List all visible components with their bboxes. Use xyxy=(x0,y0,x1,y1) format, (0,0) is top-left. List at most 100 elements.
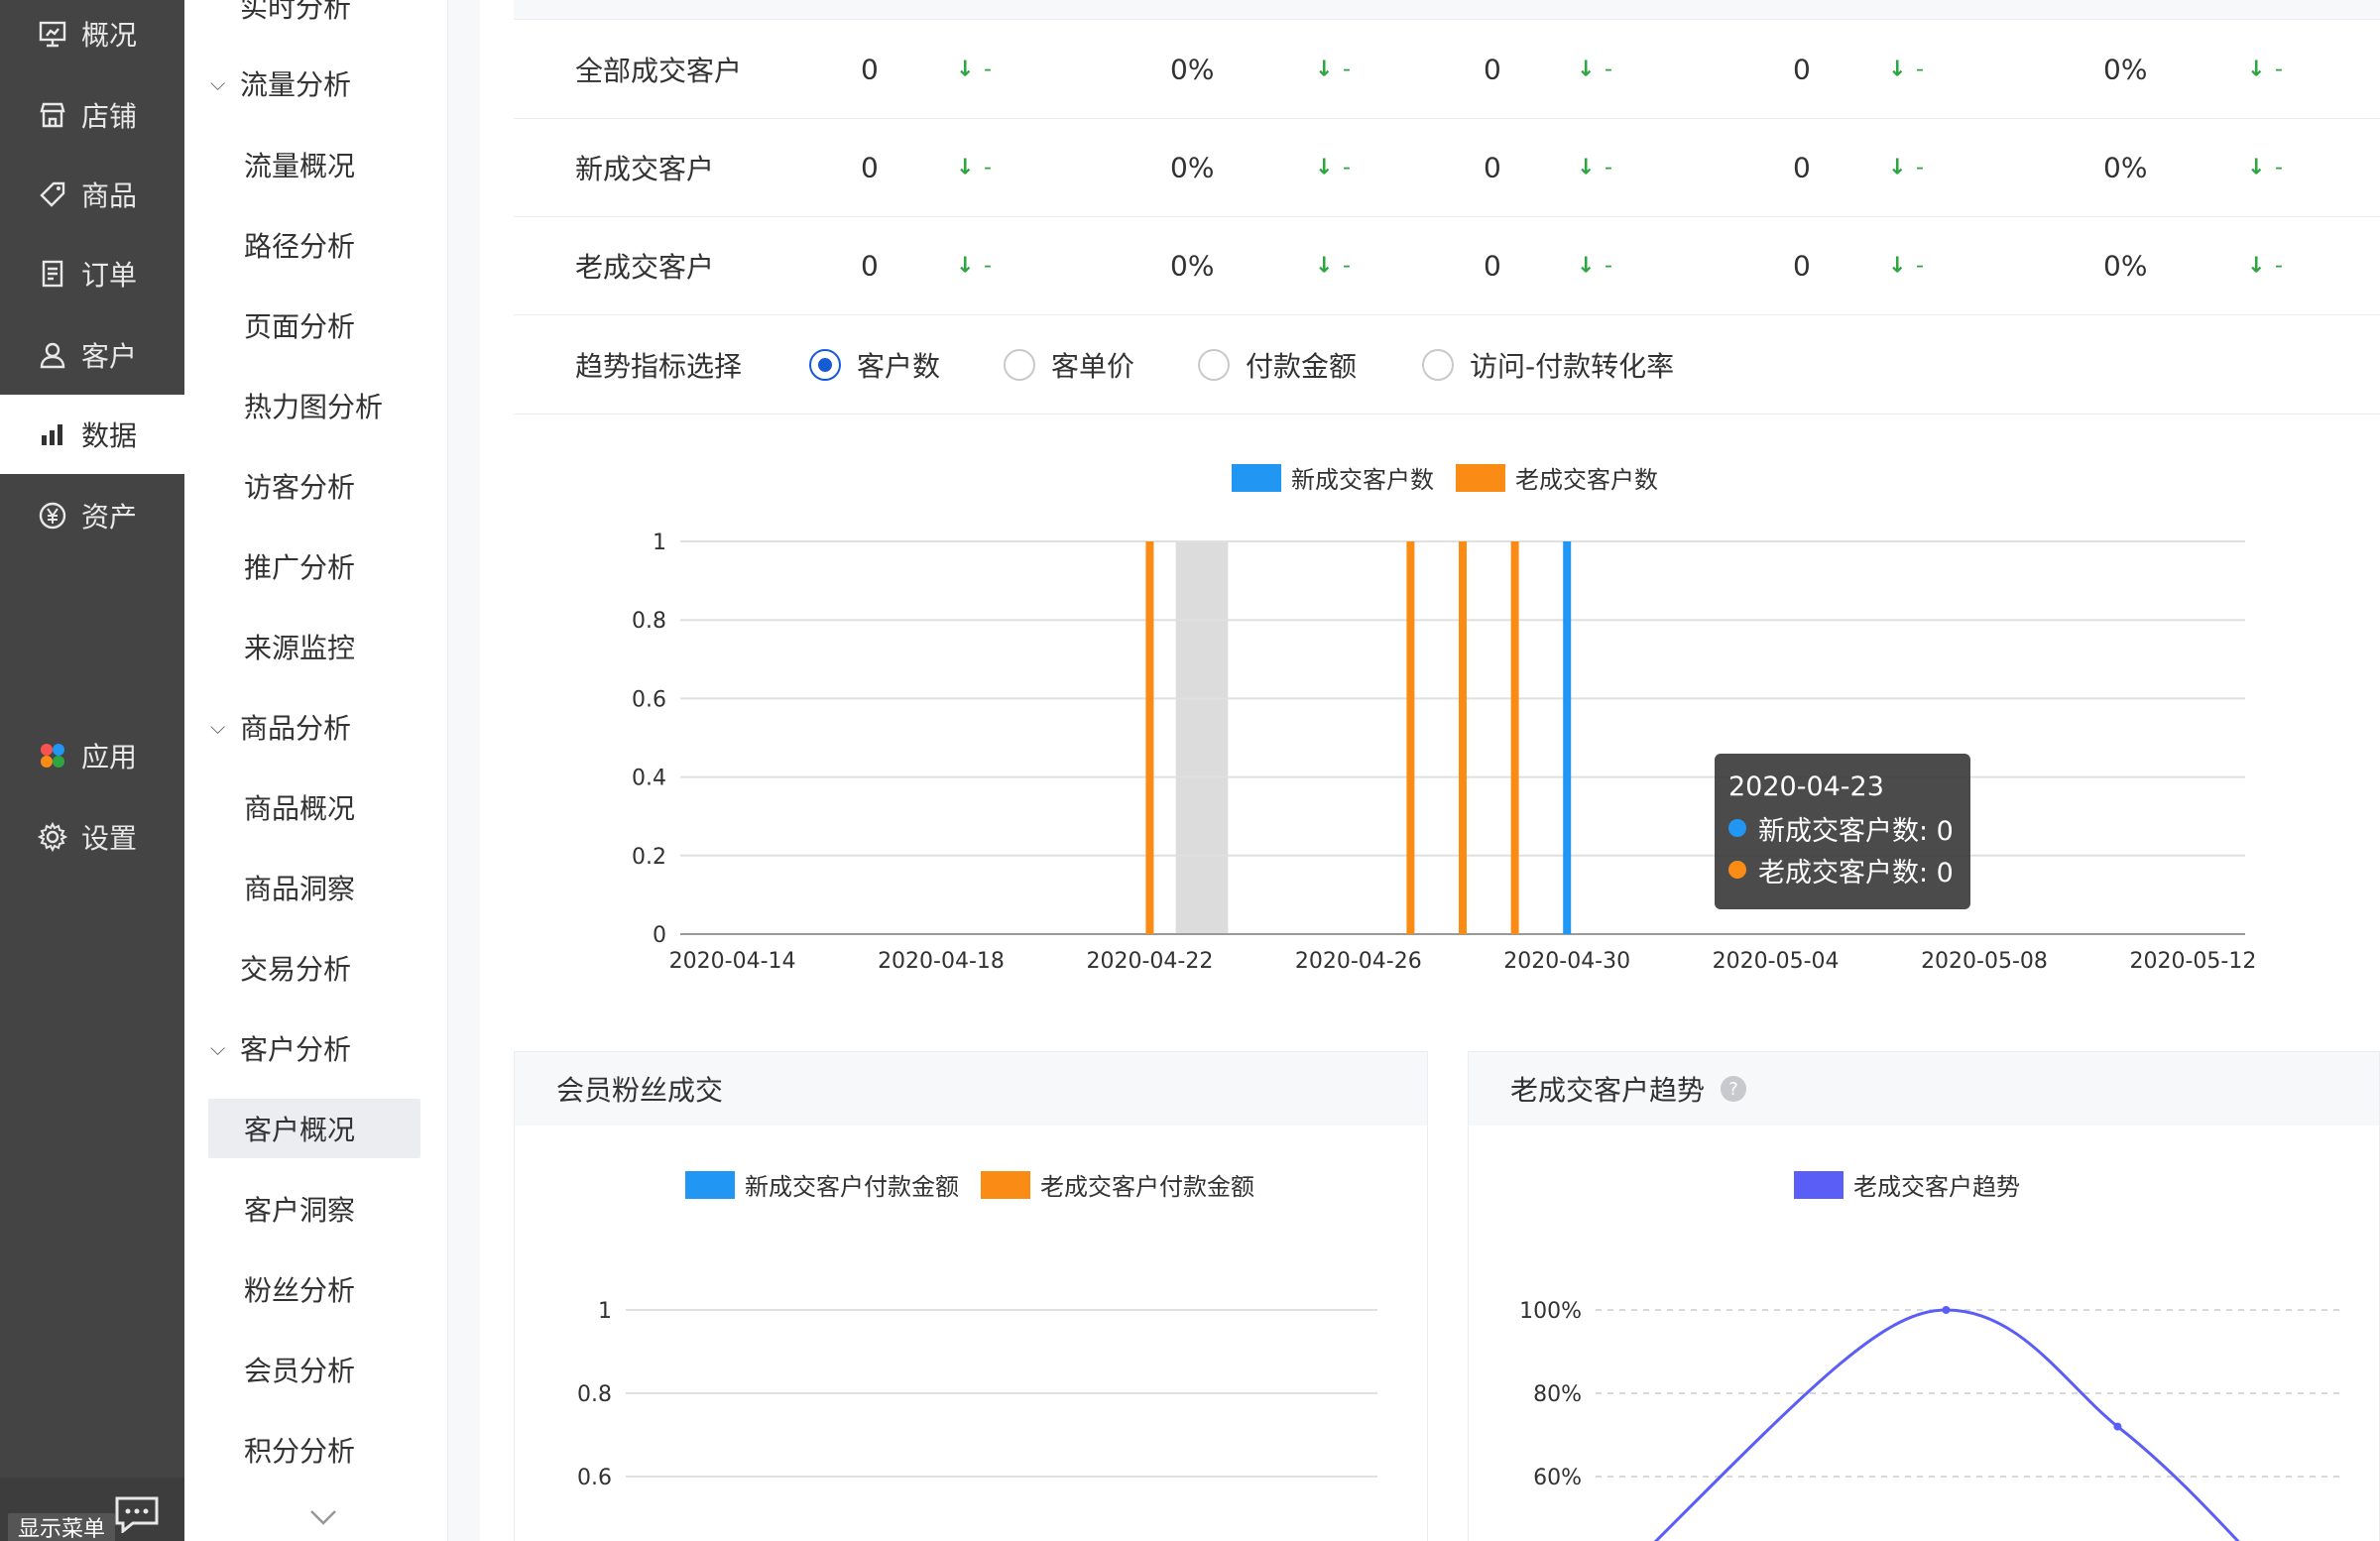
radio-dot xyxy=(1422,348,1454,381)
table-row: 新成交客户 0 ↓ -0% ↓ -0 ↓ -0 ↓ -0% ↓ - xyxy=(514,118,2380,217)
tooltip-date: 2020-04-23 xyxy=(1728,770,1884,802)
trend-dash: - xyxy=(984,253,992,278)
metric-value: 0 xyxy=(861,151,879,183)
nav2-group-traffic[interactable]: ⌵ 流量分析 xyxy=(210,54,351,113)
nav2-item-visitor-analysis[interactable]: 访客分析 xyxy=(208,456,420,516)
y-tick-label: 1 xyxy=(653,531,666,555)
nav2-group-label: 商品分析 xyxy=(240,712,352,745)
nav2-item-product-insight[interactable]: 商品洞察 xyxy=(208,858,420,917)
old-customer-trend-card: 老成交客户趋势? 老成交客户趋势 100%80%60%40% xyxy=(1468,1051,2380,1541)
arrow-down-icon: ↓ xyxy=(2247,155,2266,179)
legend-label: 老成交客户趋势 xyxy=(1853,1173,2020,1201)
nav2-item-points-analysis[interactable]: 积分分析 xyxy=(208,1420,420,1480)
trend-dash: - xyxy=(1916,57,1924,81)
row-label: 老成交客户 xyxy=(575,250,715,284)
trend-dash: - xyxy=(1343,155,1351,179)
legend-old-customers[interactable]: 老成交客户数 xyxy=(1456,460,1658,495)
legend-new-payment[interactable]: 新成交客户付款金额 xyxy=(685,1167,959,1202)
nav1-item-orders[interactable]: 订单 xyxy=(0,234,184,313)
arrow-down-icon: ↓ xyxy=(1577,253,1596,278)
nav1-item-apps[interactable]: 应用 xyxy=(0,716,184,795)
card-title: 会员粉丝成交 xyxy=(515,1052,1427,1126)
metric-value: 0 xyxy=(1484,151,1501,183)
dashboard-icon xyxy=(36,17,69,51)
radio-label: 访问-付款转化率 xyxy=(1470,349,1675,383)
x-tick-label: 2020-04-30 xyxy=(1503,949,1630,974)
arrow-down-icon: ↓ xyxy=(2247,57,2266,81)
trend-selector-row: 趋势指标选择 客户数 客单价 付款金额 访问-付款转化率 xyxy=(514,315,2380,415)
metric-value: 0% xyxy=(2103,151,2148,183)
nav1-label: 应用 xyxy=(81,741,138,773)
nav1-item-customers[interactable]: 客户 xyxy=(0,315,184,395)
nav2-item-heatmap-analysis[interactable]: 热力图分析 xyxy=(208,376,420,435)
tooltip-line: 新成交客户数: 0 xyxy=(1728,807,1957,849)
nav1-item-store[interactable]: 店铺 xyxy=(0,75,184,155)
nav1-item-assets[interactable]: 资产 xyxy=(0,476,184,555)
chart-tooltip: 2020-04-23 新成交客户数: 0 老成交客户数: 0 xyxy=(1715,754,1970,909)
arrow-down-icon: ↓ xyxy=(2247,253,2266,278)
radio-dot xyxy=(1004,348,1035,381)
nav2-group-customer[interactable]: ⌵ 客户分析 xyxy=(210,1018,351,1078)
nav1-item-settings[interactable]: 设置 xyxy=(0,797,184,877)
tooltip-line: 老成交客户数: 0 xyxy=(1728,849,1957,890)
trend-dash: - xyxy=(1916,155,1924,179)
legend-old-payment[interactable]: 老成交客户付款金额 xyxy=(981,1167,1254,1202)
chat-icon[interactable] xyxy=(113,1495,161,1533)
nav2-item-page-analysis[interactable]: 页面分析 xyxy=(208,296,420,355)
nav2-item-promotion-analysis[interactable]: 推广分析 xyxy=(208,536,420,596)
nav2-item-traffic-overview[interactable]: 流量概况 xyxy=(208,135,420,194)
table-header-strip xyxy=(514,0,2380,20)
nav2-item-customer-overview[interactable]: 客户概况 xyxy=(208,1099,420,1158)
y-tick-label: 0 xyxy=(653,923,666,948)
legend-new-customers[interactable]: 新成交客户数 xyxy=(1232,460,1434,495)
nav2-item-product-overview[interactable]: 商品概况 xyxy=(208,777,420,837)
arrow-down-icon: ↓ xyxy=(1577,155,1596,179)
main-content: 全部成交客户 0 ↓ -0% ↓ -0 ↓ -0 ↓ -0% ↓ - 新成交客户 0 ↓ -0% ↓ -0 ↓ -0 ↓… xyxy=(480,0,2380,1541)
x-tick-label: 2020-04-18 xyxy=(878,949,1005,974)
nav2-item-path-analysis[interactable]: 路径分析 xyxy=(208,215,420,275)
nav2-item-customer-insight[interactable]: 客户洞察 xyxy=(208,1179,420,1239)
nav1-item-data[interactable]: 数据 xyxy=(0,395,184,474)
arrow-down-icon: ↓ xyxy=(1315,57,1334,81)
customer-count-chart[interactable]: 0 0.2 0.4 0.6 0.8 1 2020-04-14 2020-04-18 2020-0… xyxy=(480,496,2380,1051)
nav1-item-goods[interactable]: 商品 xyxy=(0,155,184,234)
nav2-group-product[interactable]: ⌵ 商品分析 xyxy=(210,697,351,757)
y-tick-label: 0.6 xyxy=(632,687,666,712)
nav1-item-overview[interactable]: 概况 xyxy=(0,0,184,73)
member-fans-chart[interactable]: 10.80.60.4 xyxy=(515,1201,1429,1541)
trend-dash: - xyxy=(984,155,992,179)
x-tick-label: 2020-05-04 xyxy=(1713,949,1840,974)
yuan-icon xyxy=(36,499,69,533)
arrow-down-icon: ↓ xyxy=(956,253,975,278)
nav2-item-member-analysis[interactable]: 会员分析 xyxy=(208,1340,420,1399)
show-menu-button[interactable]: 显示菜单 xyxy=(8,1513,116,1541)
chevron-down-icon[interactable] xyxy=(303,1497,343,1537)
row-label: 新成交客户 xyxy=(575,152,715,185)
radio-avg-price[interactable]: 客单价 xyxy=(1004,345,1134,385)
chevron-down-icon: ⌵ xyxy=(210,715,226,739)
x-tick-label: 2020-05-12 xyxy=(2129,949,2256,974)
nav1-label: 商品 xyxy=(81,179,138,212)
x-tick-label: 2020-04-26 xyxy=(1295,949,1422,974)
store-icon xyxy=(36,98,69,132)
trend-selector-label: 趋势指标选择 xyxy=(575,349,743,383)
radio-label: 付款金额 xyxy=(1246,349,1358,383)
arrow-down-icon: ↓ xyxy=(1315,155,1334,179)
radio-customers[interactable]: 客户数 xyxy=(809,345,940,385)
nav2-item-realtime[interactable]: 实时分析 xyxy=(240,0,351,36)
trend-dash: - xyxy=(1343,253,1351,278)
bar xyxy=(1510,541,1519,934)
radio-conversion-rate[interactable]: 访问-付款转化率 xyxy=(1422,345,1674,385)
nav1-label: 概况 xyxy=(81,19,138,52)
tooltip-text: 老成交客户数: 0 xyxy=(1758,857,1954,889)
old-customer-trend-chart[interactable]: 100%80%60%40% xyxy=(1469,1201,2380,1541)
metric-value: 0% xyxy=(1170,151,1215,183)
nav2-item-fans-analysis[interactable]: 粉丝分析 xyxy=(208,1259,420,1319)
legend-old-trend[interactable]: 老成交客户趋势 xyxy=(1794,1167,2020,1202)
arrow-down-icon: ↓ xyxy=(1888,155,1907,179)
chevron-down-icon: ⌵ xyxy=(210,71,226,95)
help-icon[interactable]: ? xyxy=(1721,1076,1747,1102)
nav2-item-trade-analysis[interactable]: 交易分析 xyxy=(240,938,351,998)
radio-payment-amount[interactable]: 付款金额 xyxy=(1198,345,1357,385)
nav2-item-source-monitor[interactable]: 来源监控 xyxy=(208,617,420,676)
